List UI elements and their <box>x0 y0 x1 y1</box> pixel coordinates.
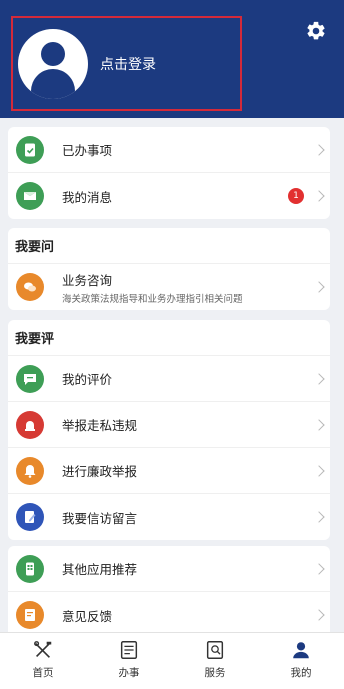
login-area[interactable]: 点击登录 <box>11 16 242 111</box>
chevron-right-icon <box>313 511 325 523</box>
bottom-tab-bar: 首页 办事 服务 我的 <box>0 632 344 689</box>
feedback-label: 意见反馈 <box>62 608 113 624</box>
chevron-right-icon <box>313 464 325 477</box>
business-consult-desc: 海关政策法规指导和业务办理指引相关问题 <box>62 293 243 305</box>
my-messages-label: 我的消息 <box>62 189 113 205</box>
gear-icon[interactable] <box>305 20 327 42</box>
tab-home-label: 首页 <box>32 667 54 679</box>
home-tools-icon <box>34 641 52 658</box>
checklist-icon <box>120 641 138 659</box>
review-card: 我要评 我的评价 举报走私违规 进行廉政举报 我要信访留言 <box>8 320 330 540</box>
chevron-right-icon <box>313 609 325 621</box>
review-section-title: 我要评 <box>8 320 330 356</box>
tab-home[interactable]: 首页 <box>0 633 86 689</box>
chevron-right-icon <box>313 562 325 575</box>
business-consult-row[interactable]: 业务咨询 海关政策法规指导和业务办理指引相关问题 <box>8 264 330 310</box>
more-card: 其他应用推荐 意见反馈 <box>8 546 330 632</box>
business-consult-label: 业务咨询 <box>62 272 113 288</box>
phone-apps-icon <box>16 554 44 583</box>
my-review-row[interactable]: 我的评价 <box>8 356 330 402</box>
integrity-report-label: 进行廉政举报 <box>62 464 138 479</box>
other-apps-row[interactable]: 其他应用推荐 <box>8 546 330 592</box>
tab-service-label: 服务 <box>204 667 226 679</box>
tab-service[interactable]: 服务 <box>172 633 258 689</box>
tab-mine-label: 我的 <box>290 667 312 679</box>
envelope-icon <box>16 182 44 210</box>
petition-message-label: 我要信访留言 <box>62 510 138 526</box>
comment-icon <box>16 364 44 393</box>
done-items-row[interactable]: 已办事项 <box>8 127 330 173</box>
alarm-light-icon <box>16 410 44 439</box>
chat-bubbles-icon <box>16 273 44 301</box>
avatar-head <box>41 41 65 66</box>
my-messages-row[interactable]: 我的消息 1 <box>8 173 330 219</box>
edit-note-icon <box>16 503 44 531</box>
report-smuggling-row[interactable]: 举报走私违规 <box>8 402 330 448</box>
chevron-right-icon <box>313 281 325 293</box>
tab-mine[interactable]: 我的 <box>258 633 344 689</box>
report-smuggling-label: 举报走私违规 <box>62 418 138 433</box>
petition-message-row[interactable]: 我要信访留言 <box>8 494 330 540</box>
login-link[interactable]: 点击登录 <box>100 54 156 74</box>
unread-badge: 1 <box>288 188 304 204</box>
feedback-form-icon <box>16 601 44 629</box>
my-review-label: 我的评价 <box>62 372 113 387</box>
avatar-body <box>31 68 75 99</box>
chevron-right-icon <box>313 418 325 431</box>
user-icon <box>293 642 309 659</box>
tab-affairs-label: 办事 <box>118 667 140 679</box>
chevron-right-icon <box>313 143 325 156</box>
integrity-report-row[interactable]: 进行廉政举报 <box>8 448 330 494</box>
avatar[interactable] <box>18 28 88 99</box>
other-apps-label: 其他应用推荐 <box>62 562 138 577</box>
service-search-icon <box>206 641 224 659</box>
ask-section-title: 我要问 <box>8 228 330 264</box>
profile-header: 点击登录 <box>0 0 344 118</box>
document-check-icon <box>16 135 44 164</box>
tab-affairs[interactable]: 办事 <box>86 633 172 689</box>
feedback-row[interactable]: 意见反馈 <box>8 592 330 632</box>
done-items-label: 已办事项 <box>62 143 113 158</box>
chevron-right-icon <box>313 372 325 385</box>
quick-links-card: 已办事项 我的消息 1 <box>8 127 330 219</box>
bell-icon <box>16 456 44 485</box>
chevron-right-icon <box>313 190 325 202</box>
ask-card: 我要问 业务咨询 海关政策法规指导和业务办理指引相关问题 <box>8 228 330 310</box>
